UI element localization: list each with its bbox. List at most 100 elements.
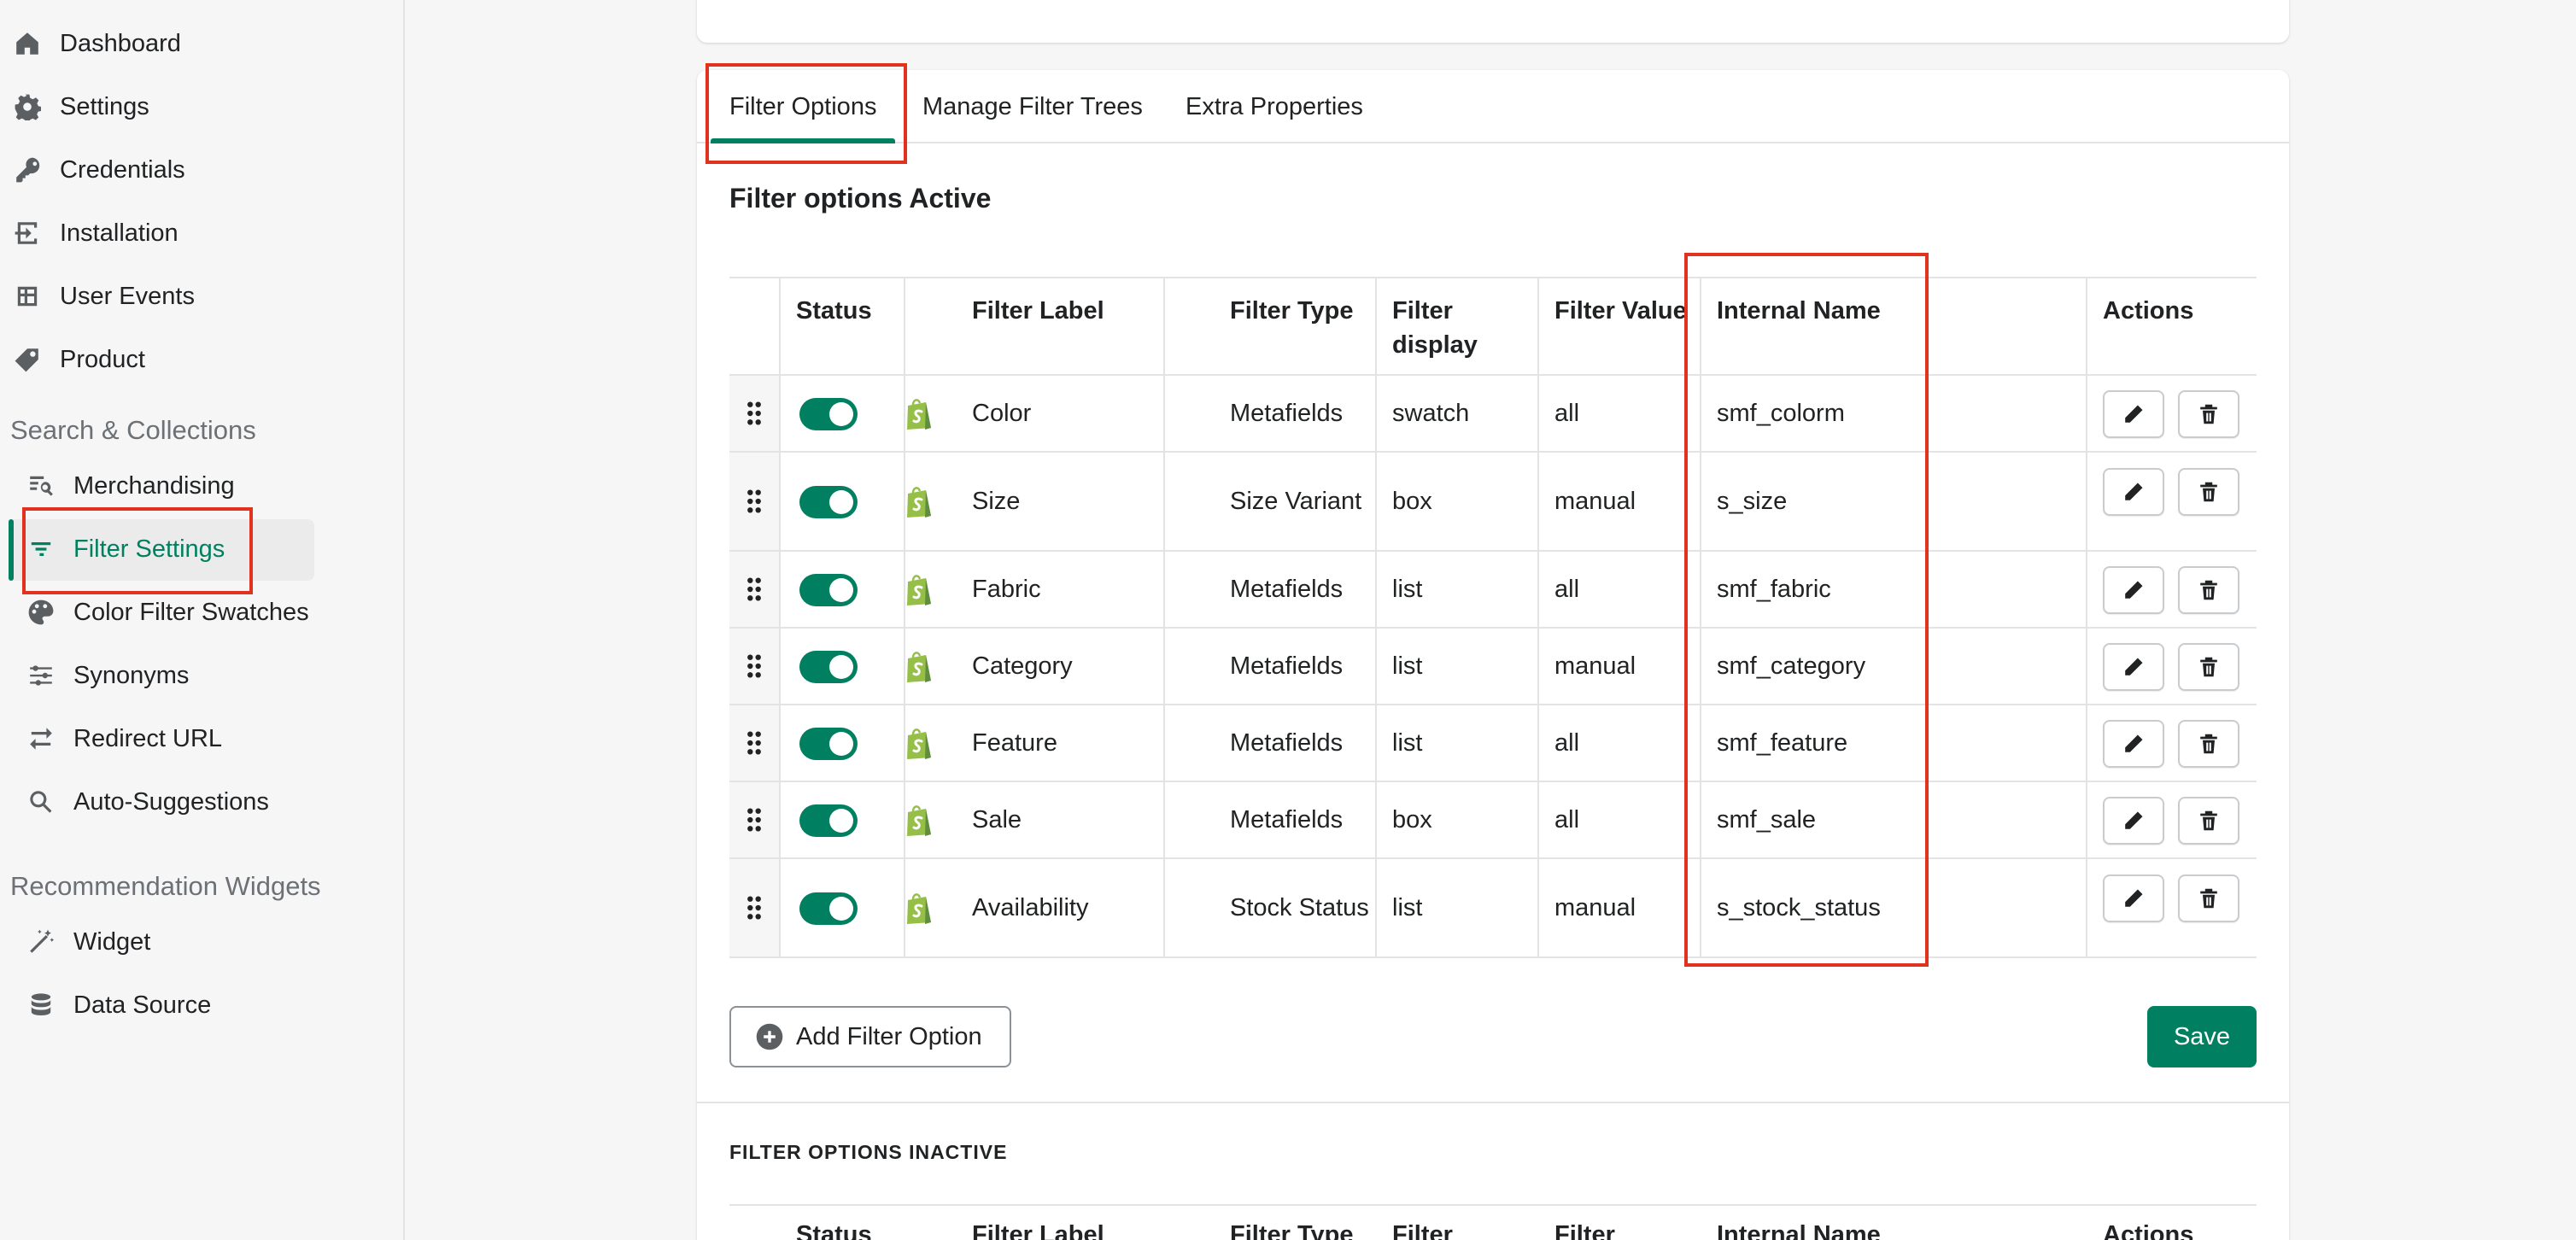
trash-icon [2200,580,2217,600]
column-divider [1537,552,1539,627]
sidebar-item-user-events[interactable]: User Events [12,265,195,328]
sidebar-item-auto-suggestions[interactable]: Auto-Suggestions [26,770,269,833]
sliders-icon [26,660,56,691]
magnifier-icon [26,787,56,817]
edit-button[interactable] [2103,468,2164,516]
delete-button[interactable] [2178,874,2239,922]
drag-handle-icon[interactable] [729,859,779,956]
column-divider [779,552,781,627]
column-divider [1375,629,1377,704]
column-divider [1375,453,1377,550]
sidebar-item-data-source[interactable]: Data Source [26,974,211,1037]
delete-button[interactable] [2178,720,2239,768]
edit-button[interactable] [2103,797,2164,845]
sidebar-item-label: Filter Settings [73,535,225,563]
cell-filter-display: list [1392,652,1423,680]
sidebar-item-filter-settings[interactable]: Filter Settings [26,518,225,581]
tab-manage-filter-trees[interactable]: Manage Filter Trees [922,70,1143,143]
sidebar-item-synonyms[interactable]: Synonyms [26,644,189,707]
shopify-icon [907,893,931,924]
pencil-icon [2125,811,2143,829]
sidebar-item-color-filter-swatches[interactable]: Color Filter Swatches [26,581,309,644]
sidebar-item-redirect-url[interactable]: Redirect URL [26,707,222,770]
column-divider [1375,376,1377,451]
sidebar-item-installation[interactable]: Installation [12,202,179,265]
trash-icon [2200,657,2217,677]
delete-button[interactable] [2178,390,2239,438]
home-icon [12,28,43,59]
status-toggle[interactable] [799,892,858,925]
column-divider [904,376,905,451]
pencil-icon [2125,889,2143,907]
save-button[interactable]: Save [2147,1006,2257,1067]
edit-button[interactable] [2103,566,2164,614]
sidebar-item-settings[interactable]: Settings [12,75,149,138]
cell-filter-label: Feature [972,729,1057,757]
tab-filter-options[interactable]: Filter Options [710,70,896,143]
sidebar-item-widget[interactable]: Widget [26,910,150,974]
drag-handle-icon[interactable] [729,376,779,451]
column-header-filter-value: Filter [1554,1221,1615,1240]
add-filter-option-label: Add Filter Option [796,1022,982,1050]
cell-filter-value: manual [1554,652,1636,680]
status-toggle[interactable] [799,574,858,606]
column-divider [779,782,781,857]
column-divider [1700,453,1701,550]
delete-button[interactable] [2178,468,2239,516]
cell-filter-label: Color [972,400,1032,427]
key-icon [12,155,43,185]
column-divider [1537,376,1539,451]
sidebar-item-product[interactable]: Product [12,328,145,391]
status-toggle[interactable] [799,486,858,518]
column-divider [1163,278,1165,374]
cell-filter-display: list [1392,894,1423,921]
drag-handle-icon[interactable] [729,453,779,550]
edit-button[interactable] [2103,643,2164,691]
sidebar-item-credentials[interactable]: Credentials [12,138,185,202]
tag-icon [12,344,43,375]
sidebar: Dashboard Settings Credentials Installat… [0,0,405,1240]
cell-filter-type: Metafields [1230,806,1344,833]
cell-filter-label: Sale [972,806,1022,833]
cell-filter-value: all [1554,806,1580,833]
column-divider [1537,859,1539,956]
sidebar-item-label: User Events [60,282,195,310]
sidebar-item-merchandising[interactable]: Merchandising [26,454,235,518]
active-item-indicator [9,519,14,581]
column-header-actions: Actions [2103,1221,2194,1240]
edit-button[interactable] [2103,720,2164,768]
status-toggle[interactable] [799,651,858,683]
column-divider [1537,453,1539,550]
edit-button[interactable] [2103,874,2164,922]
column-header-internal-name: Internal Name [1717,1221,1881,1240]
delete-button[interactable] [2178,566,2239,614]
column-divider [1163,376,1165,451]
pencil-icon [2125,734,2143,752]
column-divider [1537,782,1539,857]
column-divider [1537,705,1539,781]
status-toggle[interactable] [799,728,858,760]
sidebar-item-dashboard[interactable]: Dashboard [12,12,181,75]
delete-button[interactable] [2178,797,2239,845]
add-filter-option-button[interactable]: Add Filter Option [729,1006,1011,1067]
status-toggle[interactable] [799,398,858,430]
tab-bar: Filter Options Manage Filter Trees Extra… [697,70,2289,143]
gear-icon [12,91,43,122]
tab-extra-properties[interactable]: Extra Properties [1186,70,1363,143]
table-row: Color Metafields swatch all smf_colorm [729,376,2257,453]
palette-icon [26,597,56,628]
delete-button[interactable] [2178,643,2239,691]
column-divider [1163,705,1165,781]
edit-button[interactable] [2103,390,2164,438]
drag-handle-icon[interactable] [729,552,779,627]
drag-handle-icon[interactable] [729,782,779,857]
column-header-filter-label: Filter Label [972,297,1104,325]
drag-handle-icon[interactable] [729,705,779,781]
trash-icon [2200,734,2217,754]
cell-internal-name: smf_feature [1717,729,1848,757]
drag-handle-icon[interactable] [729,629,779,704]
status-toggle[interactable] [799,804,858,837]
cell-filter-value: all [1554,576,1580,603]
column-divider [2086,782,2087,857]
trash-icon [2200,810,2217,831]
